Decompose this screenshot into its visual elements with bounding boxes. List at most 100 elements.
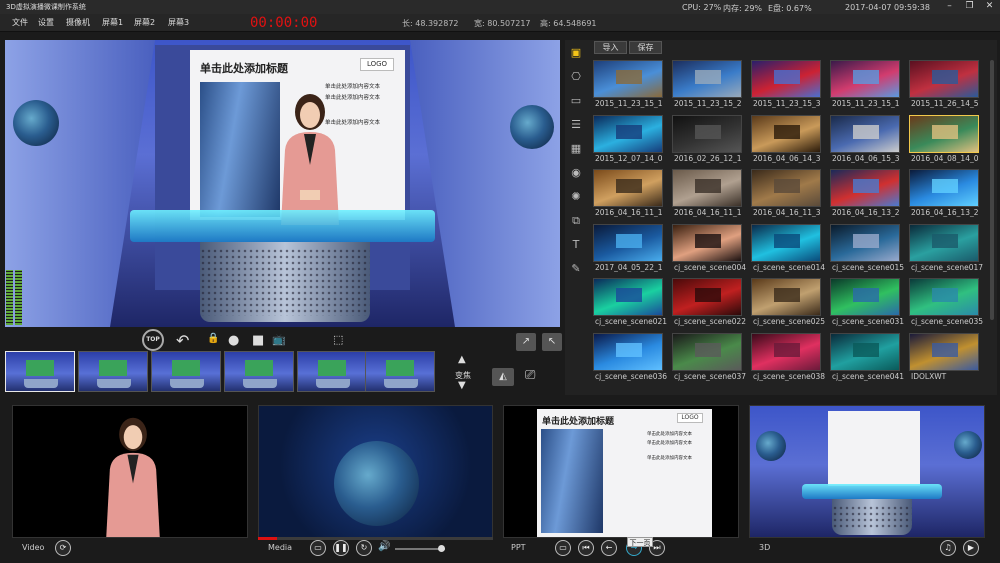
scene-thumb[interactable] bbox=[672, 114, 742, 153]
camera-icon[interactable]: ⎔ bbox=[569, 70, 583, 84]
transition-effect-button[interactable]: ◭ bbox=[492, 368, 514, 386]
screen-icon[interactable]: ⧉ bbox=[569, 214, 583, 228]
menu-screen2[interactable]: 屏幕2 bbox=[134, 17, 155, 28]
menu-settings[interactable]: 设置 bbox=[38, 17, 54, 28]
video-label: Video bbox=[22, 543, 45, 552]
scene-label: 2017_04_05_22_1 bbox=[595, 262, 663, 272]
pause-icon[interactable]: ❚❚ bbox=[333, 540, 349, 556]
camera-thumb-6[interactable] bbox=[365, 351, 435, 392]
scene-thumb[interactable] bbox=[672, 278, 742, 316]
list-icon[interactable]: ☰ bbox=[569, 118, 583, 132]
music-icon[interactable]: ♫ bbox=[940, 540, 956, 556]
zoom-down-icon[interactable]: ▼ bbox=[458, 380, 466, 391]
scene-thumb[interactable] bbox=[672, 169, 742, 207]
camera-thumb-3[interactable] bbox=[151, 351, 221, 392]
prev-page-icon[interactable]: ← bbox=[601, 540, 617, 556]
threed-monitor[interactable] bbox=[749, 405, 985, 538]
image-icon[interactable]: ▦ bbox=[569, 142, 583, 156]
desk-3d bbox=[832, 499, 912, 535]
monitor-icon[interactable]: ▭ bbox=[569, 94, 583, 108]
next-page-tooltip: 下一页 bbox=[627, 537, 653, 547]
first-page-icon[interactable]: ⏮ bbox=[578, 540, 594, 556]
menu-camera[interactable]: 摄像机 bbox=[66, 17, 90, 28]
scene-thumb[interactable] bbox=[672, 332, 742, 371]
scene-thumb[interactable] bbox=[830, 223, 900, 262]
scene-thumb[interactable] bbox=[593, 278, 663, 316]
lock-icon[interactable]: 🔒 bbox=[207, 333, 219, 344]
brush-icon[interactable]: ✎ bbox=[569, 262, 583, 276]
scene-thumb[interactable] bbox=[593, 60, 663, 98]
menu-screen1[interactable]: 屏幕1 bbox=[102, 17, 123, 28]
main-preview[interactable]: 单击此处添加标题 LOGO 单击此处添加内容文本 单击此处添加内容文本 单击此处… bbox=[5, 40, 560, 327]
ppt-monitor[interactable]: 单击此处添加标题 LOGO 单击此处添加内容文本 单击此处添加内容文本 单击此处… bbox=[503, 405, 739, 538]
media-monitor[interactable] bbox=[258, 405, 493, 538]
media-progress[interactable] bbox=[258, 537, 493, 540]
scene-label: cj_scene_scene038 bbox=[753, 371, 826, 381]
scrollbar[interactable] bbox=[990, 60, 994, 320]
scene-thumb[interactable] bbox=[909, 278, 979, 316]
scene-thumb[interactable] bbox=[593, 114, 663, 153]
scene-thumb[interactable] bbox=[751, 223, 821, 262]
stop-icon[interactable]: ■ bbox=[252, 333, 264, 348]
scene-thumb[interactable] bbox=[751, 60, 821, 98]
camera-right-button[interactable]: ↖ bbox=[542, 333, 562, 351]
menu-file[interactable]: 文件 bbox=[12, 17, 28, 28]
tv-icon[interactable]: 📺 bbox=[272, 333, 286, 346]
scene-thumb[interactable] bbox=[830, 114, 900, 153]
menu-screen3[interactable]: 屏幕3 bbox=[168, 17, 189, 28]
folder-icon[interactable]: ▭ bbox=[310, 540, 326, 556]
screen-capture-icon[interactable]: ⎚ bbox=[525, 368, 535, 383]
play-icon[interactable]: ▶ bbox=[963, 540, 979, 556]
minimize-icon[interactable]: – bbox=[943, 1, 956, 12]
scene-thumb[interactable] bbox=[830, 169, 900, 207]
undo-icon[interactable]: ↶ bbox=[176, 331, 189, 350]
palette-icon[interactable]: ◉ bbox=[569, 166, 583, 180]
select-region-icon[interactable]: ⬚ bbox=[333, 333, 343, 346]
scene-label: cj_scene_scene022 bbox=[674, 317, 747, 326]
scene-thumb[interactable] bbox=[909, 114, 979, 153]
record-icon[interactable]: ● bbox=[228, 333, 239, 348]
scene-thumb[interactable] bbox=[672, 223, 742, 262]
ppt-folder-icon[interactable]: ▭ bbox=[555, 540, 571, 556]
scene-thumb[interactable] bbox=[593, 223, 663, 262]
scene-thumb[interactable] bbox=[751, 278, 821, 316]
desk-top bbox=[130, 210, 435, 242]
scene-thumb[interactable] bbox=[751, 332, 821, 371]
scene-thumb[interactable] bbox=[909, 223, 979, 262]
scene-thumb[interactable] bbox=[672, 60, 742, 98]
maximize-icon[interactable]: ❐ bbox=[963, 1, 976, 12]
scene-thumb[interactable] bbox=[830, 60, 900, 98]
close-icon[interactable]: ✕ bbox=[983, 1, 996, 12]
camera-thumb-5[interactable] bbox=[297, 351, 367, 392]
volume-icon[interactable]: 🔊 bbox=[378, 541, 390, 552]
scene-thumb[interactable] bbox=[830, 332, 900, 371]
scene-thumb[interactable] bbox=[751, 114, 821, 153]
camera-switch-icon[interactable]: ⟳ bbox=[55, 540, 71, 556]
scene-thumb[interactable] bbox=[830, 278, 900, 316]
effects-icon[interactable]: ✺ bbox=[569, 190, 583, 204]
save-disk-icon[interactable]: ▣ bbox=[569, 46, 583, 60]
top-view-button[interactable]: TOP bbox=[142, 329, 164, 351]
scene-thumb[interactable] bbox=[751, 169, 821, 207]
loop-icon[interactable]: ↻ bbox=[356, 540, 372, 556]
import-button[interactable]: 导入 bbox=[594, 41, 627, 54]
save-button[interactable]: 保存 bbox=[629, 41, 662, 54]
scene-thumb[interactable] bbox=[909, 60, 979, 98]
camera-thumb-1[interactable] bbox=[5, 351, 75, 392]
text-icon[interactable]: T bbox=[569, 238, 583, 252]
volume-slider[interactable] bbox=[395, 545, 445, 552]
app-title: 3D虚拟演播微课制作系统 bbox=[6, 3, 86, 11]
volume-knob[interactable] bbox=[437, 545, 445, 552]
scene-thumb[interactable] bbox=[909, 169, 979, 207]
camera-thumb-2[interactable] bbox=[78, 351, 148, 392]
camera-left-button[interactable]: ↗ bbox=[516, 333, 536, 351]
scene-label: cj_scene_scene037 bbox=[674, 371, 747, 381]
scene-thumb[interactable] bbox=[593, 169, 663, 207]
scene-thumb[interactable] bbox=[909, 332, 979, 371]
scene-label: cj_scene_scene021 bbox=[595, 317, 668, 326]
ppt-label: PPT bbox=[511, 543, 526, 552]
camera-thumb-4[interactable] bbox=[224, 351, 294, 392]
scene-thumb[interactable] bbox=[593, 332, 663, 371]
zoom-up-icon[interactable]: ▲ bbox=[458, 354, 466, 365]
video-monitor[interactable] bbox=[12, 405, 248, 538]
